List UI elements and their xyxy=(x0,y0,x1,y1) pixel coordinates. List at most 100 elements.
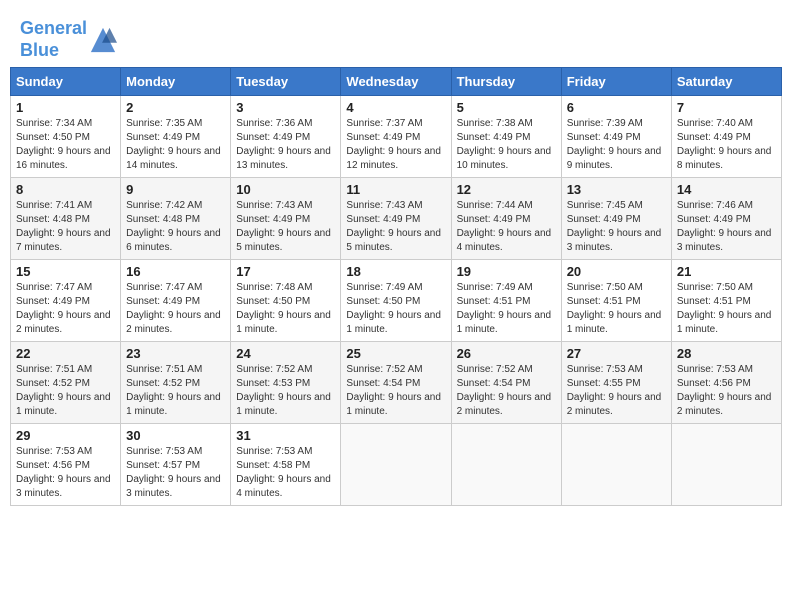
week-row-5: 29Sunrise: 7:53 AM Sunset: 4:56 PM Dayli… xyxy=(11,424,782,506)
calendar-cell: 10 Sunrise: 7:43 AM Sunset: 4:49 PM Dayli… xyxy=(231,178,341,260)
calendar-cell: 31 Sunrise: 7:53 AM Sunset: 4:58 PM Dayli… xyxy=(231,424,341,506)
day-info: Sunrise: 7:45 AM Sunset: 4:49 PM Dayligh… xyxy=(567,199,666,255)
calendar-cell xyxy=(341,424,451,506)
logo: GeneralBlue xyxy=(20,18,117,61)
day-info: Sunrise: 7:47 AM Sunset: 4:49 PM Dayligh… xyxy=(16,281,115,337)
day-number: 15 xyxy=(16,264,115,279)
day-info: Sunrise: 7:39 AM Sunset: 4:49 PM Dayligh… xyxy=(567,117,666,173)
calendar-cell xyxy=(451,424,561,506)
day-info: Sunrise: 7:49 AM Sunset: 4:51 PM Dayligh… xyxy=(457,281,556,337)
calendar-header: SundayMondayTuesdayWednesdayThursdayFrid… xyxy=(11,68,782,96)
day-number: 16 xyxy=(126,264,225,279)
calendar-cell xyxy=(671,424,781,506)
day-info: Sunrise: 7:47 AM Sunset: 4:49 PM Dayligh… xyxy=(126,281,225,337)
page-header: GeneralBlue xyxy=(10,10,782,67)
day-number: 9 xyxy=(126,182,225,197)
day-number: 4 xyxy=(346,100,445,115)
calendar-cell: 7Sunrise: 7:40 AM Sunset: 4:49 PM Daylig… xyxy=(671,96,781,178)
header-day-saturday: Saturday xyxy=(671,68,781,96)
calendar-cell: 13 Sunrise: 7:45 AM Sunset: 4:49 PM Dayli… xyxy=(561,178,671,260)
day-number: 25 xyxy=(346,346,445,361)
day-number: 26 xyxy=(457,346,556,361)
calendar-cell xyxy=(561,424,671,506)
day-number: 30 xyxy=(126,428,225,443)
calendar-cell: 23 Sunrise: 7:51 AM Sunset: 4:52 PM Dayli… xyxy=(121,342,231,424)
header-day-wednesday: Wednesday xyxy=(341,68,451,96)
calendar-cell: 4Sunrise: 7:37 AM Sunset: 4:49 PM Daylig… xyxy=(341,96,451,178)
day-number: 7 xyxy=(677,100,776,115)
day-info: Sunrise: 7:53 AM Sunset: 4:57 PM Dayligh… xyxy=(126,445,225,501)
day-info: Sunrise: 7:41 AM Sunset: 4:48 PM Dayligh… xyxy=(16,199,115,255)
day-number: 3 xyxy=(236,100,335,115)
day-number: 12 xyxy=(457,182,556,197)
day-info: Sunrise: 7:49 AM Sunset: 4:50 PM Dayligh… xyxy=(346,281,445,337)
calendar-cell: 21 Sunrise: 7:50 AM Sunset: 4:51 PM Dayli… xyxy=(671,260,781,342)
day-info: Sunrise: 7:35 AM Sunset: 4:49 PM Dayligh… xyxy=(126,117,225,173)
day-number: 21 xyxy=(677,264,776,279)
week-row-3: 15 Sunrise: 7:47 AM Sunset: 4:49 PM Dayli… xyxy=(11,260,782,342)
day-info: Sunrise: 7:43 AM Sunset: 4:49 PM Dayligh… xyxy=(346,199,445,255)
day-number: 23 xyxy=(126,346,225,361)
day-number: 27 xyxy=(567,346,666,361)
day-info: Sunrise: 7:51 AM Sunset: 4:52 PM Dayligh… xyxy=(126,363,225,419)
day-number: 6 xyxy=(567,100,666,115)
logo-text: GeneralBlue xyxy=(20,18,87,61)
calendar-cell: 29Sunrise: 7:53 AM Sunset: 4:56 PM Dayli… xyxy=(11,424,121,506)
calendar-cell: 24 Sunrise: 7:52 AM Sunset: 4:53 PM Dayli… xyxy=(231,342,341,424)
day-info: Sunrise: 7:50 AM Sunset: 4:51 PM Dayligh… xyxy=(677,281,776,337)
week-row-2: 8 Sunrise: 7:41 AM Sunset: 4:48 PM Daylig… xyxy=(11,178,782,260)
calendar-cell: 6 Sunrise: 7:39 AM Sunset: 4:49 PM Daylig… xyxy=(561,96,671,178)
calendar-cell: 27 Sunrise: 7:53 AM Sunset: 4:55 PM Dayli… xyxy=(561,342,671,424)
calendar-cell: 25 Sunrise: 7:52 AM Sunset: 4:54 PM Dayli… xyxy=(341,342,451,424)
day-number: 10 xyxy=(236,182,335,197)
day-info: Sunrise: 7:46 AM Sunset: 4:49 PM Dayligh… xyxy=(677,199,776,255)
day-info: Sunrise: 7:53 AM Sunset: 4:56 PM Dayligh… xyxy=(677,363,776,419)
day-number: 13 xyxy=(567,182,666,197)
day-info: Sunrise: 7:48 AM Sunset: 4:50 PM Dayligh… xyxy=(236,281,335,337)
header-row: SundayMondayTuesdayWednesdayThursdayFrid… xyxy=(11,68,782,96)
calendar-cell: 18 Sunrise: 7:49 AM Sunset: 4:50 PM Dayli… xyxy=(341,260,451,342)
day-number: 24 xyxy=(236,346,335,361)
day-info: Sunrise: 7:52 AM Sunset: 4:54 PM Dayligh… xyxy=(346,363,445,419)
calendar-cell: 15 Sunrise: 7:47 AM Sunset: 4:49 PM Dayli… xyxy=(11,260,121,342)
calendar-cell: 20Sunrise: 7:50 AM Sunset: 4:51 PM Dayli… xyxy=(561,260,671,342)
header-day-sunday: Sunday xyxy=(11,68,121,96)
calendar-cell: 1 Sunrise: 7:34 AM Sunset: 4:50 PM Daylig… xyxy=(11,96,121,178)
calendar-cell: 30 Sunrise: 7:53 AM Sunset: 4:57 PM Dayli… xyxy=(121,424,231,506)
day-number: 17 xyxy=(236,264,335,279)
day-info: Sunrise: 7:53 AM Sunset: 4:55 PM Dayligh… xyxy=(567,363,666,419)
day-info: Sunrise: 7:36 AM Sunset: 4:49 PM Dayligh… xyxy=(236,117,335,173)
day-number: 28 xyxy=(677,346,776,361)
calendar-cell: 19Sunrise: 7:49 AM Sunset: 4:51 PM Dayli… xyxy=(451,260,561,342)
calendar-cell: 2 Sunrise: 7:35 AM Sunset: 4:49 PM Daylig… xyxy=(121,96,231,178)
day-info: Sunrise: 7:38 AM Sunset: 4:49 PM Dayligh… xyxy=(457,117,556,173)
week-row-1: 1 Sunrise: 7:34 AM Sunset: 4:50 PM Daylig… xyxy=(11,96,782,178)
day-info: Sunrise: 7:53 AM Sunset: 4:58 PM Dayligh… xyxy=(236,445,335,501)
day-number: 5 xyxy=(457,100,556,115)
calendar-cell: 16 Sunrise: 7:47 AM Sunset: 4:49 PM Dayli… xyxy=(121,260,231,342)
day-info: Sunrise: 7:52 AM Sunset: 4:53 PM Dayligh… xyxy=(236,363,335,419)
calendar-cell: 22Sunrise: 7:51 AM Sunset: 4:52 PM Dayli… xyxy=(11,342,121,424)
day-number: 18 xyxy=(346,264,445,279)
header-day-monday: Monday xyxy=(121,68,231,96)
day-number: 11 xyxy=(346,182,445,197)
calendar-body: 1 Sunrise: 7:34 AM Sunset: 4:50 PM Daylig… xyxy=(11,96,782,506)
day-info: Sunrise: 7:34 AM Sunset: 4:50 PM Dayligh… xyxy=(16,117,115,173)
calendar-cell: 11 Sunrise: 7:43 AM Sunset: 4:49 PM Dayli… xyxy=(341,178,451,260)
header-day-friday: Friday xyxy=(561,68,671,96)
day-number: 8 xyxy=(16,182,115,197)
calendar-cell: 8 Sunrise: 7:41 AM Sunset: 4:48 PM Daylig… xyxy=(11,178,121,260)
day-info: Sunrise: 7:52 AM Sunset: 4:54 PM Dayligh… xyxy=(457,363,556,419)
calendar-cell: 14Sunrise: 7:46 AM Sunset: 4:49 PM Dayli… xyxy=(671,178,781,260)
day-info: Sunrise: 7:42 AM Sunset: 4:48 PM Dayligh… xyxy=(126,199,225,255)
day-info: Sunrise: 7:43 AM Sunset: 4:49 PM Dayligh… xyxy=(236,199,335,255)
calendar-cell: 5 Sunrise: 7:38 AM Sunset: 4:49 PM Daylig… xyxy=(451,96,561,178)
calendar-cell: 9 Sunrise: 7:42 AM Sunset: 4:48 PM Daylig… xyxy=(121,178,231,260)
day-number: 29 xyxy=(16,428,115,443)
week-row-4: 22Sunrise: 7:51 AM Sunset: 4:52 PM Dayli… xyxy=(11,342,782,424)
header-day-tuesday: Tuesday xyxy=(231,68,341,96)
header-day-thursday: Thursday xyxy=(451,68,561,96)
day-number: 2 xyxy=(126,100,225,115)
day-number: 31 xyxy=(236,428,335,443)
day-number: 1 xyxy=(16,100,115,115)
